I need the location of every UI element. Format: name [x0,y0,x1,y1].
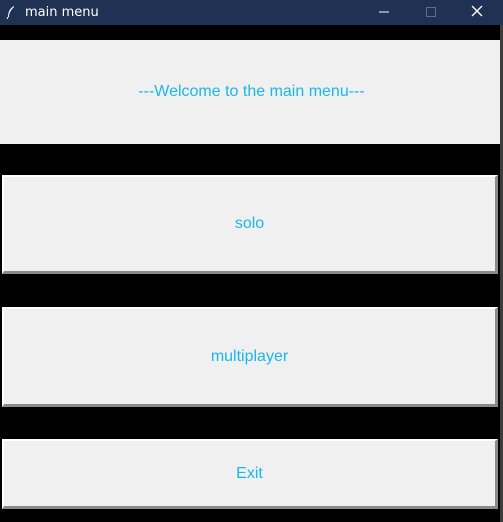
multiplayer-button[interactable]: multiplayer [2,307,498,407]
welcome-label: ---Welcome to the main menu--- [138,83,365,100]
title-bar[interactable]: main menu [0,0,503,25]
minimize-icon [379,4,389,22]
window-title: main menu [25,5,99,20]
exit-button-label: Exit [236,464,263,482]
minimize-button[interactable] [361,0,407,25]
solo-button[interactable]: solo [2,175,498,274]
exit-button[interactable]: Exit [2,439,498,509]
welcome-banner: ---Welcome to the main menu--- [0,40,503,144]
close-button[interactable] [454,0,500,25]
solo-button-label: solo [234,215,265,232]
maximize-icon [426,4,436,22]
close-icon [471,4,483,22]
maximize-button[interactable] [408,0,454,25]
app-window: main menu ---Welcome to the main menu---… [0,0,503,522]
multiplayer-button-label: multiplayer [210,347,289,365]
feather-icon [6,5,16,20]
